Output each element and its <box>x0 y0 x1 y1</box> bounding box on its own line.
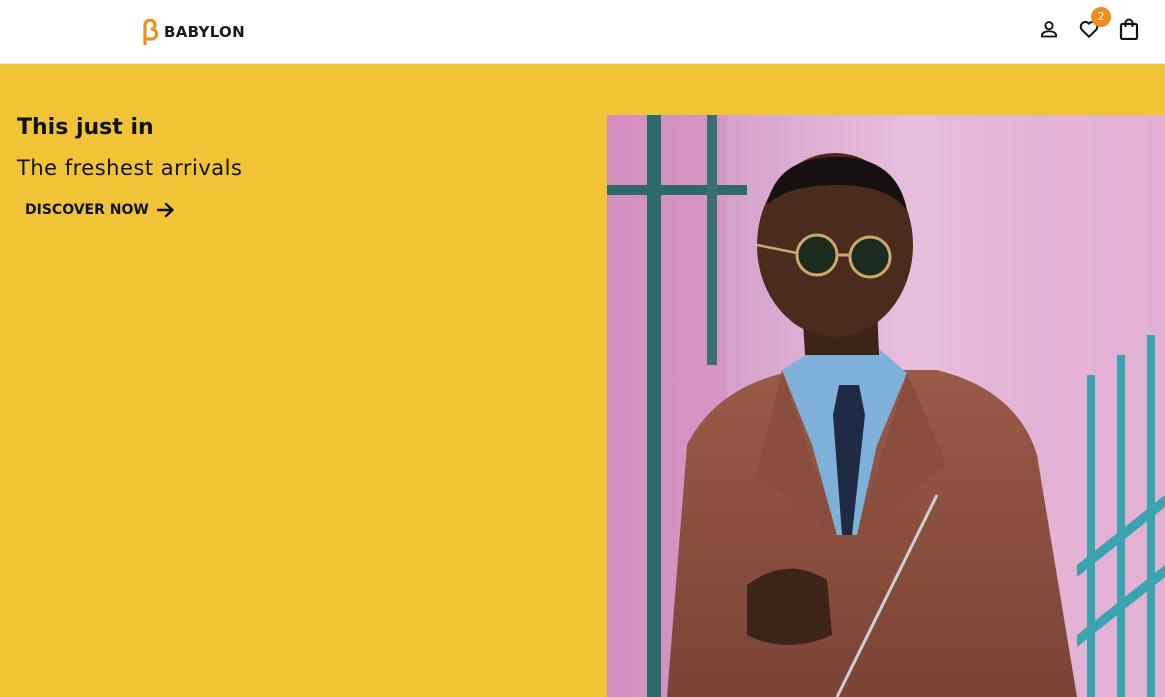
babylon-logo-icon <box>143 19 158 45</box>
cta-label: DISCOVER NOW <box>25 202 149 218</box>
hero-title: This just in <box>17 115 154 140</box>
hero-photo <box>607 115 1165 697</box>
hero-subtitle: The freshest arrivals <box>17 156 243 180</box>
arrow-right-icon <box>156 202 174 218</box>
hero-banner: This just in The freshest arrivals DISCO… <box>0 64 1165 697</box>
wishlist-count-badge: 2 <box>1091 7 1111 27</box>
brand-name: BABYLON <box>164 23 245 41</box>
shopping-bag-icon <box>1119 18 1139 40</box>
discover-now-link[interactable]: DISCOVER NOW <box>25 202 175 218</box>
user-icon <box>1041 21 1057 38</box>
model-photo-illustration <box>607 115 1165 697</box>
account-button[interactable] <box>1036 16 1062 42</box>
site-header: BABYLON 2 <box>0 0 1165 64</box>
brand-logo[interactable]: BABYLON <box>142 18 245 46</box>
cart-button[interactable] <box>1116 16 1142 42</box>
